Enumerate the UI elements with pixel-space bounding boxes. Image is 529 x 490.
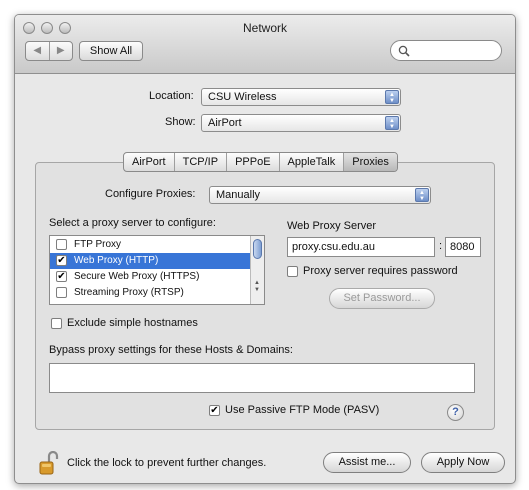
proxy-list[interactable]: FTP Proxy ✔ Web Proxy (HTTP) ✔ Secure We…: [49, 235, 265, 305]
bypass-hosts-input[interactable]: [49, 363, 475, 393]
proxy-port-input[interactable]: 8080: [445, 237, 481, 257]
list-item-label: Streaming Proxy (RTSP): [74, 287, 184, 298]
ftp-proxy-checkbox[interactable]: [56, 239, 67, 250]
window-title: Network: [242, 21, 287, 35]
location-value: CSU Wireless: [208, 91, 277, 103]
search-field[interactable]: [390, 40, 502, 61]
proxy-host-input[interactable]: proxy.csu.edu.au: [287, 237, 435, 257]
requires-password-label: Proxy server requires password: [303, 265, 458, 277]
passive-ftp-label: Use Passive FTP Mode (PASV): [225, 404, 380, 416]
lock-open-icon: [39, 450, 59, 475]
list-item[interactable]: ✔ Secure Web Proxy (HTTPS): [50, 269, 250, 285]
show-all-button[interactable]: Show All: [79, 41, 143, 61]
lock-button[interactable]: [39, 450, 61, 478]
show-popup[interactable]: AirPort ▲ ▼: [201, 114, 401, 132]
configure-proxies-popup[interactable]: Manually ▲ ▼: [209, 186, 431, 204]
popup-arrows-icon: ▲ ▼: [385, 116, 399, 130]
show-value: AirPort: [208, 117, 242, 129]
tab-proxies[interactable]: Proxies: [343, 153, 397, 171]
exclude-simple-hostnames-checkbox[interactable]: [51, 318, 62, 329]
show-label: Show:: [165, 116, 196, 128]
requires-password-checkbox[interactable]: [287, 266, 298, 277]
configure-proxies-label: Configure Proxies:: [105, 188, 196, 200]
back-arrow-icon[interactable]: ◀: [26, 42, 49, 60]
forward-arrow-icon[interactable]: ▶: [48, 42, 73, 60]
tab-pppoe[interactable]: PPPoE: [226, 153, 278, 171]
help-button[interactable]: ?: [447, 404, 464, 421]
apply-now-button[interactable]: Apply Now: [421, 452, 505, 473]
list-item[interactable]: ✔ Web Proxy (HTTP): [50, 253, 250, 269]
title-bar: Network ◀ ▶ Show All: [15, 15, 515, 74]
tab-appletalk[interactable]: AppleTalk: [278, 153, 344, 171]
popup-arrows-icon: ▲ ▼: [415, 188, 429, 202]
list-item[interactable]: Streaming Proxy (RTSP): [50, 285, 250, 301]
exclude-simple-hostnames-label: Exclude simple hostnames: [67, 317, 198, 329]
proxy-list-label: Select a proxy server to configure:: [49, 217, 216, 229]
port-separator: :: [439, 240, 443, 252]
web-proxy-server-label: Web Proxy Server: [287, 220, 377, 232]
passive-ftp-checkbox[interactable]: ✔: [209, 405, 220, 416]
secure-web-proxy-checkbox[interactable]: ✔: [56, 271, 67, 282]
tab-airport[interactable]: AirPort: [124, 153, 174, 171]
network-window: Network ◀ ▶ Show All Location: CSU Wirel…: [14, 14, 516, 484]
location-label: Location:: [149, 90, 194, 102]
lock-message: Click the lock to prevent further change…: [67, 457, 267, 469]
back-forward-control: ◀ ▶: [25, 41, 73, 61]
list-item-label: Secure Web Proxy (HTTPS): [74, 271, 200, 282]
configure-proxies-value: Manually: [216, 189, 261, 201]
set-password-button[interactable]: Set Password...: [329, 288, 435, 309]
tab-bar: AirPort TCP/IP PPPoE AppleTalk Proxies: [123, 152, 398, 172]
popup-arrows-icon: ▲ ▼: [385, 90, 399, 104]
web-proxy-checkbox[interactable]: ✔: [56, 255, 67, 266]
assist-me-button[interactable]: Assist me...: [323, 452, 411, 473]
scroll-arrows-icon[interactable]: ▲ ▼: [254, 280, 260, 294]
streaming-proxy-checkbox[interactable]: [56, 287, 67, 298]
list-item-label: Web Proxy (HTTP): [74, 255, 159, 266]
bypass-label: Bypass proxy settings for these Hosts & …: [49, 344, 293, 356]
location-popup[interactable]: CSU Wireless ▲ ▼: [201, 88, 401, 106]
list-item[interactable]: FTP Proxy: [50, 237, 250, 253]
list-item-label: FTP Proxy: [74, 239, 122, 250]
tab-tcpip[interactable]: TCP/IP: [173, 153, 226, 171]
search-icon: [398, 45, 410, 57]
scroll-thumb[interactable]: [253, 239, 262, 259]
list-scrollbar[interactable]: ▲ ▼: [250, 236, 264, 304]
